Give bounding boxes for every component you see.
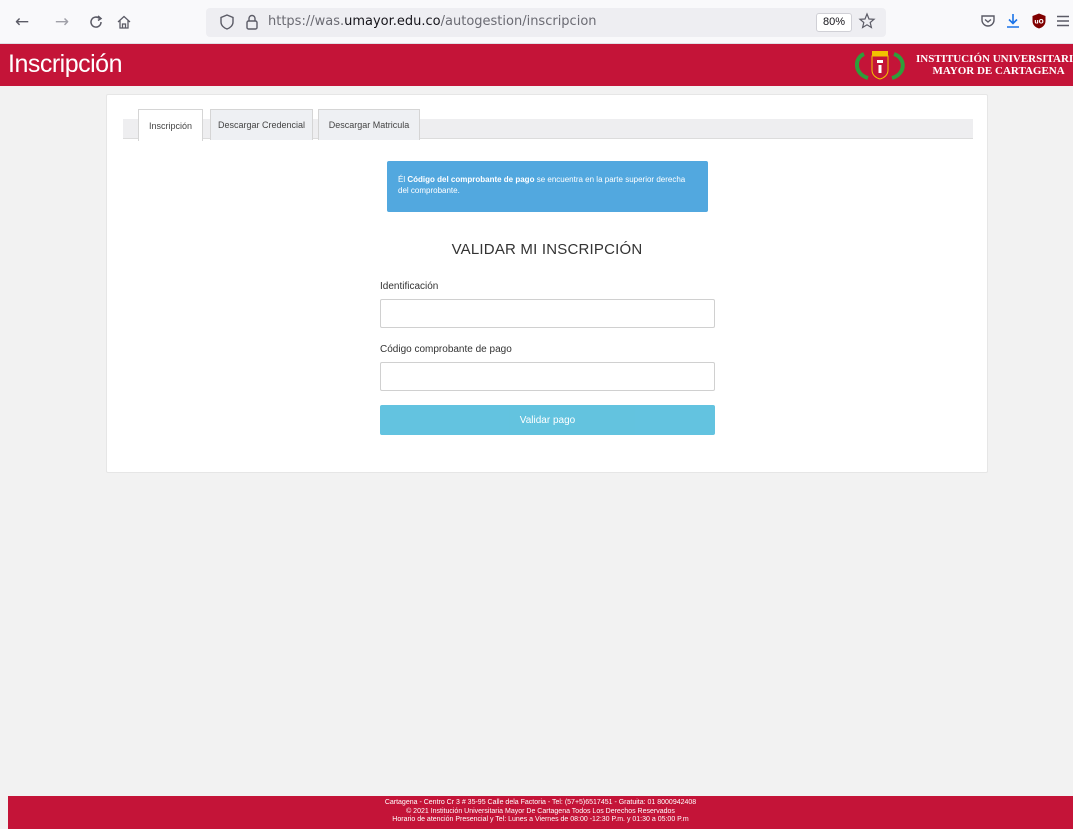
zoom-level-badge[interactable]: 80% <box>816 13 853 32</box>
identification-label: Identificación <box>380 281 439 292</box>
payment-code-label: Código comprobante de pago <box>380 344 512 355</box>
browser-toolbar: ← → https://was.umayor.edu.co/autogestio… <box>0 0 1073 44</box>
footer-hours: Horario de atención Presencial y Tel: Lu… <box>392 816 689 823</box>
address-bar[interactable]: https://was.umayor.edu.co/autogestion/in… <box>206 8 886 37</box>
download-icon[interactable] <box>1004 12 1022 30</box>
main-card: Inscripción Descargar Credencial Descarg… <box>106 94 988 473</box>
svg-text:uO: uO <box>1034 19 1043 26</box>
ublock-icon[interactable]: uO <box>1030 12 1048 30</box>
site-header: Inscripción INSTITUCIÓN UNIVERSITARIA MA… <box>0 44 1073 86</box>
validate-payment-button[interactable]: Validar pago <box>380 405 715 435</box>
bookmark-star-icon[interactable] <box>858 12 876 30</box>
tab-inscripcion[interactable]: Inscripción <box>138 109 203 141</box>
tabs-bar: Inscripción Descargar Credencial Descarg… <box>123 109 973 141</box>
pocket-icon[interactable] <box>979 12 997 30</box>
tracking-shield-icon[interactable] <box>218 13 236 31</box>
info-alert: Él Código del comprobante de pago se enc… <box>387 161 708 212</box>
tab-descargar-credencial[interactable]: Descargar Credencial <box>210 109 313 140</box>
url-prefix: https://was. <box>268 14 345 29</box>
institution-name-line2: MAYOR DE CARTAGENA <box>932 65 1065 77</box>
institution-logo <box>850 48 910 82</box>
menu-hamburger-icon[interactable] <box>1054 12 1072 30</box>
lock-icon[interactable] <box>244 13 260 31</box>
form-title: VALIDAR MI INSCRIPCIÓN <box>451 241 643 258</box>
home-icon[interactable] <box>114 12 134 32</box>
back-arrow-icon[interactable]: ← <box>12 12 32 32</box>
forward-arrow-icon[interactable]: → <box>52 12 72 32</box>
identification-input[interactable] <box>380 299 715 328</box>
institution-name: INSTITUCIÓN UNIVERSITARIA MAYOR DE CARTA… <box>916 53 1073 77</box>
tab-descargar-matricula[interactable]: Descargar Matricula <box>318 109 420 140</box>
institution-name-line1: INSTITUCIÓN UNIVERSITARIA <box>916 53 1073 65</box>
page-title: Inscripción <box>8 50 123 78</box>
site-footer: Cartagena - Centro Cr 3 # 35-95 Calle de… <box>8 796 1073 829</box>
info-prefix: Él <box>398 175 408 184</box>
footer-copyright: © 2021 Institución Universitaria Mayor D… <box>406 807 675 815</box>
info-bold-text: Código del comprobante de pago <box>407 175 535 184</box>
url-text[interactable]: https://was.umayor.edu.co/autogestion/in… <box>268 14 597 29</box>
url-path: /autogestion/inscripcion <box>440 14 597 29</box>
url-host: umayor.edu.co <box>344 14 441 29</box>
payment-code-input[interactable] <box>380 362 715 391</box>
reload-icon[interactable] <box>86 12 106 32</box>
footer-address: Cartagena - Centro Cr 3 # 35-95 Calle de… <box>384 799 697 806</box>
